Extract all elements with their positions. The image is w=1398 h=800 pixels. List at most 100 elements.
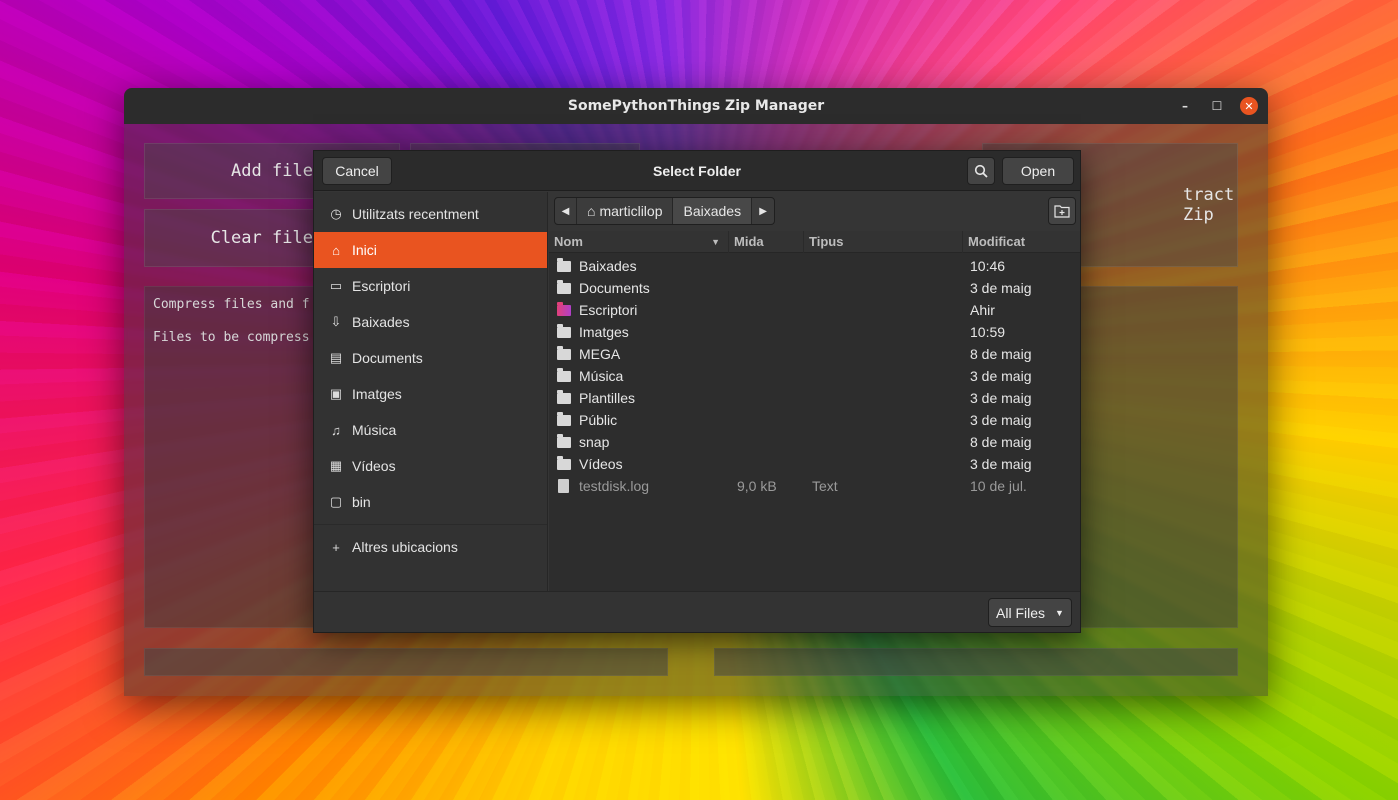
sidebar-item-2[interactable]: ▭ Escriptori bbox=[314, 268, 547, 304]
sidebar-item-label: bin bbox=[352, 494, 371, 510]
file-modified: 3 de maig bbox=[970, 456, 1032, 472]
table-row[interactable]: Escriptori Ahir bbox=[549, 299, 1080, 321]
file-modified: Ahir bbox=[970, 302, 995, 318]
open-button[interactable]: Open bbox=[1002, 157, 1074, 185]
plus-icon: + bbox=[332, 539, 340, 555]
file-name: Música bbox=[579, 368, 624, 384]
sidebar-item-label: Utilitzats recentment bbox=[352, 206, 479, 222]
sidebar-separator bbox=[314, 524, 547, 525]
file-name-cell: Baixades bbox=[549, 257, 729, 274]
sidebar-item-other-locations[interactable]: + Altres ubicacions bbox=[314, 529, 547, 565]
dialog-title: Select Folder bbox=[653, 162, 741, 179]
column-name[interactable]: Nom ▼ bbox=[549, 230, 729, 253]
column-headers: Nom ▼ Mida Tipus Modificat bbox=[549, 230, 1080, 253]
file-name-cell: Escriptori bbox=[549, 301, 729, 318]
table-row[interactable]: Baixades 10:46 bbox=[549, 255, 1080, 277]
file-name: testdisk.log bbox=[579, 478, 650, 494]
file-name-cell: Plantilles bbox=[549, 389, 729, 406]
file-modified: 10 de jul. bbox=[970, 478, 1027, 494]
column-modified-label: Modificat bbox=[968, 234, 1026, 249]
column-type[interactable]: Tipus bbox=[804, 230, 963, 253]
file-name-cell: Vídeos bbox=[549, 455, 729, 472]
sidebar-item-1[interactable]: ⌂ Inici bbox=[314, 232, 547, 268]
table-row[interactable]: Vídeos 3 de maig bbox=[549, 453, 1080, 475]
table-row[interactable]: Música 3 de maig bbox=[549, 365, 1080, 387]
folder-icon bbox=[557, 411, 571, 426]
file-name-cell: Públic bbox=[549, 411, 729, 428]
compress-progress-bar bbox=[144, 648, 668, 676]
table-row[interactable]: Plantilles 3 de maig bbox=[549, 387, 1080, 409]
folder-icon bbox=[557, 433, 571, 448]
column-size-label: Mida bbox=[734, 234, 764, 249]
table-row[interactable]: MEGA 8 de maig bbox=[549, 343, 1080, 365]
file-icon bbox=[558, 479, 569, 493]
sidebar-item-label: Imatges bbox=[352, 386, 402, 402]
sidebar-item-7[interactable]: ▦ Vídeos bbox=[314, 448, 547, 484]
window-title: SomePythonThings Zip Manager bbox=[567, 98, 825, 114]
close-icon[interactable]: ✕ bbox=[1240, 97, 1258, 115]
file-modified: 3 de maig bbox=[970, 280, 1032, 296]
new-folder-button[interactable] bbox=[1048, 197, 1076, 225]
sidebar-item-label: Altres ubicacions bbox=[352, 539, 458, 555]
column-size[interactable]: Mida bbox=[729, 230, 804, 253]
path-bar: ◀ ⌂ marticlilop Baixades ▶ bbox=[554, 197, 776, 225]
folder-icon bbox=[557, 257, 571, 272]
sidebar-item-4[interactable]: ▤ Documents bbox=[314, 340, 547, 376]
column-modified[interactable]: Modificat bbox=[963, 231, 1073, 253]
new-folder-icon bbox=[1054, 205, 1070, 218]
path-home-button[interactable]: ⌂ marticlilop bbox=[577, 198, 674, 224]
file-name: Plantilles bbox=[579, 390, 636, 406]
table-row[interactable]: testdisk.log 9,0 kB Text 10 de jul. bbox=[549, 475, 1080, 497]
dialog-header: Cancel Select Folder Open bbox=[314, 151, 1080, 191]
document-icon: ▤ bbox=[329, 350, 343, 365]
path-back-button[interactable]: ◀ bbox=[555, 198, 577, 224]
table-row[interactable]: Públic 3 de maig bbox=[549, 409, 1080, 431]
download-icon: ⇩ bbox=[330, 314, 342, 329]
file-name: MEGA bbox=[579, 346, 621, 362]
sidebar-item-label: Vídeos bbox=[352, 458, 396, 474]
sidebar-item-6[interactable]: ♫ Música bbox=[314, 412, 547, 448]
recent-icon: ◷ bbox=[330, 206, 342, 221]
sidebar-item-label: Documents bbox=[352, 350, 423, 366]
search-button[interactable] bbox=[967, 157, 995, 185]
file-name-cell: snap bbox=[549, 433, 729, 450]
image-icon: ▣ bbox=[329, 386, 343, 401]
chevron-down-icon: ▼ bbox=[1055, 607, 1064, 618]
path-forward-button[interactable]: ▶ bbox=[752, 198, 774, 224]
file-modified: 8 de maig bbox=[970, 346, 1032, 362]
sidebar-item-8[interactable]: ▢ bin bbox=[314, 484, 547, 520]
file-filter-dropdown[interactable]: All Files ▼ bbox=[988, 598, 1072, 627]
folder-icon bbox=[557, 301, 571, 316]
sidebar-item-5[interactable]: ▣ Imatges bbox=[314, 376, 547, 412]
titlebar: SomePythonThings Zip Manager – ☐ ✕ bbox=[124, 88, 1268, 124]
extract-progress-bar bbox=[714, 648, 1238, 676]
file-name-cell: Imatges bbox=[549, 323, 729, 340]
folder-icon bbox=[557, 455, 571, 470]
sort-down-icon: ▼ bbox=[711, 236, 720, 247]
table-row[interactable]: snap 8 de maig bbox=[549, 431, 1080, 453]
table-row[interactable]: Documents 3 de maig bbox=[549, 277, 1080, 299]
add-files-label: Add file bbox=[231, 161, 313, 181]
minimize-icon[interactable]: – bbox=[1176, 97, 1194, 115]
video-icon: ▦ bbox=[329, 458, 343, 473]
file-name-cell: Música bbox=[549, 367, 729, 384]
search-icon bbox=[974, 164, 988, 178]
maximize-icon[interactable]: ☐ bbox=[1208, 97, 1226, 115]
file-name-cell: Documents bbox=[549, 279, 729, 296]
window-controls: – ☐ ✕ bbox=[1176, 88, 1258, 124]
column-name-label: Nom bbox=[554, 234, 583, 249]
file-size: 9,0 kB bbox=[737, 478, 777, 494]
file-name-cell: MEGA bbox=[549, 345, 729, 362]
table-row[interactable]: Imatges 10:59 bbox=[549, 321, 1080, 343]
cancel-button[interactable]: Cancel bbox=[322, 157, 392, 185]
file-name: Documents bbox=[579, 280, 650, 296]
sidebar-item-3[interactable]: ⇩ Baixades bbox=[314, 304, 547, 340]
desktop-icon: ▭ bbox=[329, 278, 343, 293]
sidebar-item-0[interactable]: ◷ Utilitzats recentment bbox=[314, 196, 547, 232]
sidebar-item-label: Música bbox=[352, 422, 397, 438]
dialog-footer: All Files ▼ bbox=[314, 591, 1080, 632]
path-current-button[interactable]: Baixades bbox=[673, 198, 753, 224]
folder-icon bbox=[557, 323, 571, 338]
places-sidebar: ◷ Utilitzats recentment ⌂ Inici ▭ Escriptori ⇩… bbox=[314, 192, 548, 591]
folder-icon bbox=[557, 389, 571, 404]
